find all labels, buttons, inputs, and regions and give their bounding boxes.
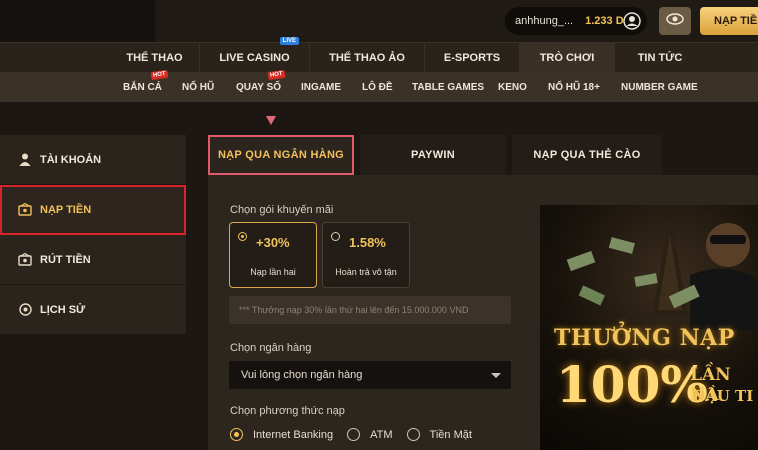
promo-option-30[interactable]: +30% Nạp lần hai — [229, 222, 317, 288]
tab-pointer-arrow — [266, 116, 276, 125]
promo-value: 1.58% — [349, 235, 386, 250]
wallet-in-icon — [18, 203, 32, 217]
radio-icon — [230, 428, 243, 441]
main-nav-tin-tuc[interactable]: TIN TỨC — [615, 43, 705, 73]
promo-label: Chọn gói khuyến mãi — [230, 204, 334, 216]
sub-nav-keno[interactable]: KENO — [498, 72, 527, 102]
method-internet-banking[interactable]: Internet Banking — [230, 428, 333, 441]
top-bar: anhhung_... 1.233 D NẠP TIỀN — [0, 0, 758, 42]
main-nav-the-thao-ao[interactable]: THỂ THAO ẢO — [310, 43, 425, 73]
sidebar-item-nap-tien[interactable]: NẠP TIỀN — [0, 185, 186, 235]
main-nav-e-sports[interactable]: E-SPORTS — [425, 43, 520, 73]
deposit-button[interactable]: NẠP TIỀN — [700, 7, 758, 35]
sub-nav-ban-ca[interactable]: BẮN CÁ HOT — [123, 69, 169, 102]
radio-icon — [331, 232, 340, 241]
bank-select[interactable]: Vui lòng chọn ngân hàng — [229, 361, 511, 389]
bank-select-value: Vui lòng chọn ngân hàng — [241, 369, 363, 381]
banner-subtitle-2: ĐẦU TI — [692, 387, 754, 405]
tab-nap-qua-ngan-hang[interactable]: NẠP QUA NGÂN HÀNG — [208, 135, 354, 175]
sub-nav-no-hu-18[interactable]: NỔ HŨ 18+ — [548, 72, 600, 102]
sub-nav: BẮN CÁ HOT NỔ HŨ QUAY SỐ HOT INGAME LÔ Đ… — [0, 69, 758, 102]
banner-title: THƯỞNG NẠP — [554, 325, 735, 351]
radio-icon — [406, 428, 420, 441]
avatar-icon[interactable] — [623, 12, 641, 30]
eye-icon — [665, 12, 685, 31]
sub-nav-quay-so[interactable]: QUAY SỐ HOT — [236, 69, 286, 102]
sub-nav-no-hu[interactable]: NỔ HŨ — [182, 72, 214, 102]
logo-area — [0, 0, 155, 42]
main-nav-live-casino[interactable]: LIVE CASINO LIVE — [200, 37, 310, 73]
main-nav: THỂ THAO LIVE CASINO LIVE THỂ THAO ẢO E-… — [0, 37, 758, 73]
user-icon — [18, 153, 32, 167]
promo-note: *** Thưởng nạp 30% lần thứ hai lên đến 1… — [229, 296, 511, 324]
hot-badge: HOT — [267, 69, 286, 81]
sidebar-item-lich-su[interactable]: LỊCH SỬ — [0, 285, 186, 335]
balance: 1.233 D — [585, 15, 624, 27]
chevron-down-icon — [491, 373, 501, 378]
username: anhhung_... — [515, 15, 574, 27]
wallet-out-icon — [18, 253, 32, 267]
banner-percent: 100% — [556, 355, 708, 414]
hide-balance-button[interactable] — [659, 7, 691, 35]
sidebar-item-rut-tien[interactable]: RÚT TIỀN — [0, 235, 186, 285]
method-tien-mat[interactable]: Tiền Mặt — [406, 428, 472, 441]
promo-banner[interactable]: THƯỞNG NẠP 100% LẦN NẠ ĐẦU TI — [540, 205, 758, 450]
tab-nap-qua-the-cao[interactable]: NẠP QUA THẺ CÀO — [512, 135, 662, 175]
history-icon — [18, 303, 32, 317]
account-sidebar: TÀI KHOẢN NẠP TIỀN RÚT TIỀN LỊCH SỬ — [0, 135, 186, 335]
bank-label: Chọn ngân hàng — [230, 342, 312, 354]
promo-desc: Nạp lần hai — [250, 267, 296, 277]
sidebar-item-tai-khoan[interactable]: TÀI KHOẢN — [0, 135, 186, 185]
method-radio-group: Internet Banking ATM Tiền Mặt — [230, 428, 486, 441]
sub-nav-number-game[interactable]: NUMBER GAME — [621, 72, 698, 102]
sub-nav-ingame[interactable]: INGAME — [301, 72, 341, 102]
sub-nav-table-games[interactable]: TABLE GAMES — [412, 72, 484, 102]
promo-desc: Hoàn trả vô tận — [335, 267, 397, 277]
main-nav-tro-choi[interactable]: TRÒ CHƠI — [520, 43, 615, 73]
main-nav-the-thao[interactable]: THỂ THAO — [110, 43, 200, 73]
tab-paywin[interactable]: PAYWIN — [360, 135, 506, 175]
radio-icon — [347, 428, 361, 441]
method-atm[interactable]: ATM — [347, 428, 393, 441]
method-label: Chọn phương thức nạp — [230, 405, 345, 417]
promo-option-158[interactable]: 1.58% Hoàn trả vô tận — [322, 222, 410, 288]
hot-badge: HOT — [150, 69, 169, 81]
radio-icon — [238, 232, 247, 241]
account-pill[interactable]: anhhung_... 1.233 D — [505, 7, 647, 35]
live-badge: LIVE — [279, 37, 299, 45]
promo-value: +30% — [256, 235, 290, 250]
sub-nav-lo-de[interactable]: LÔ ĐỀ — [362, 72, 393, 102]
page: anhhung_... 1.233 D NẠP TIỀN THỂ THAO LI… — [0, 0, 758, 450]
